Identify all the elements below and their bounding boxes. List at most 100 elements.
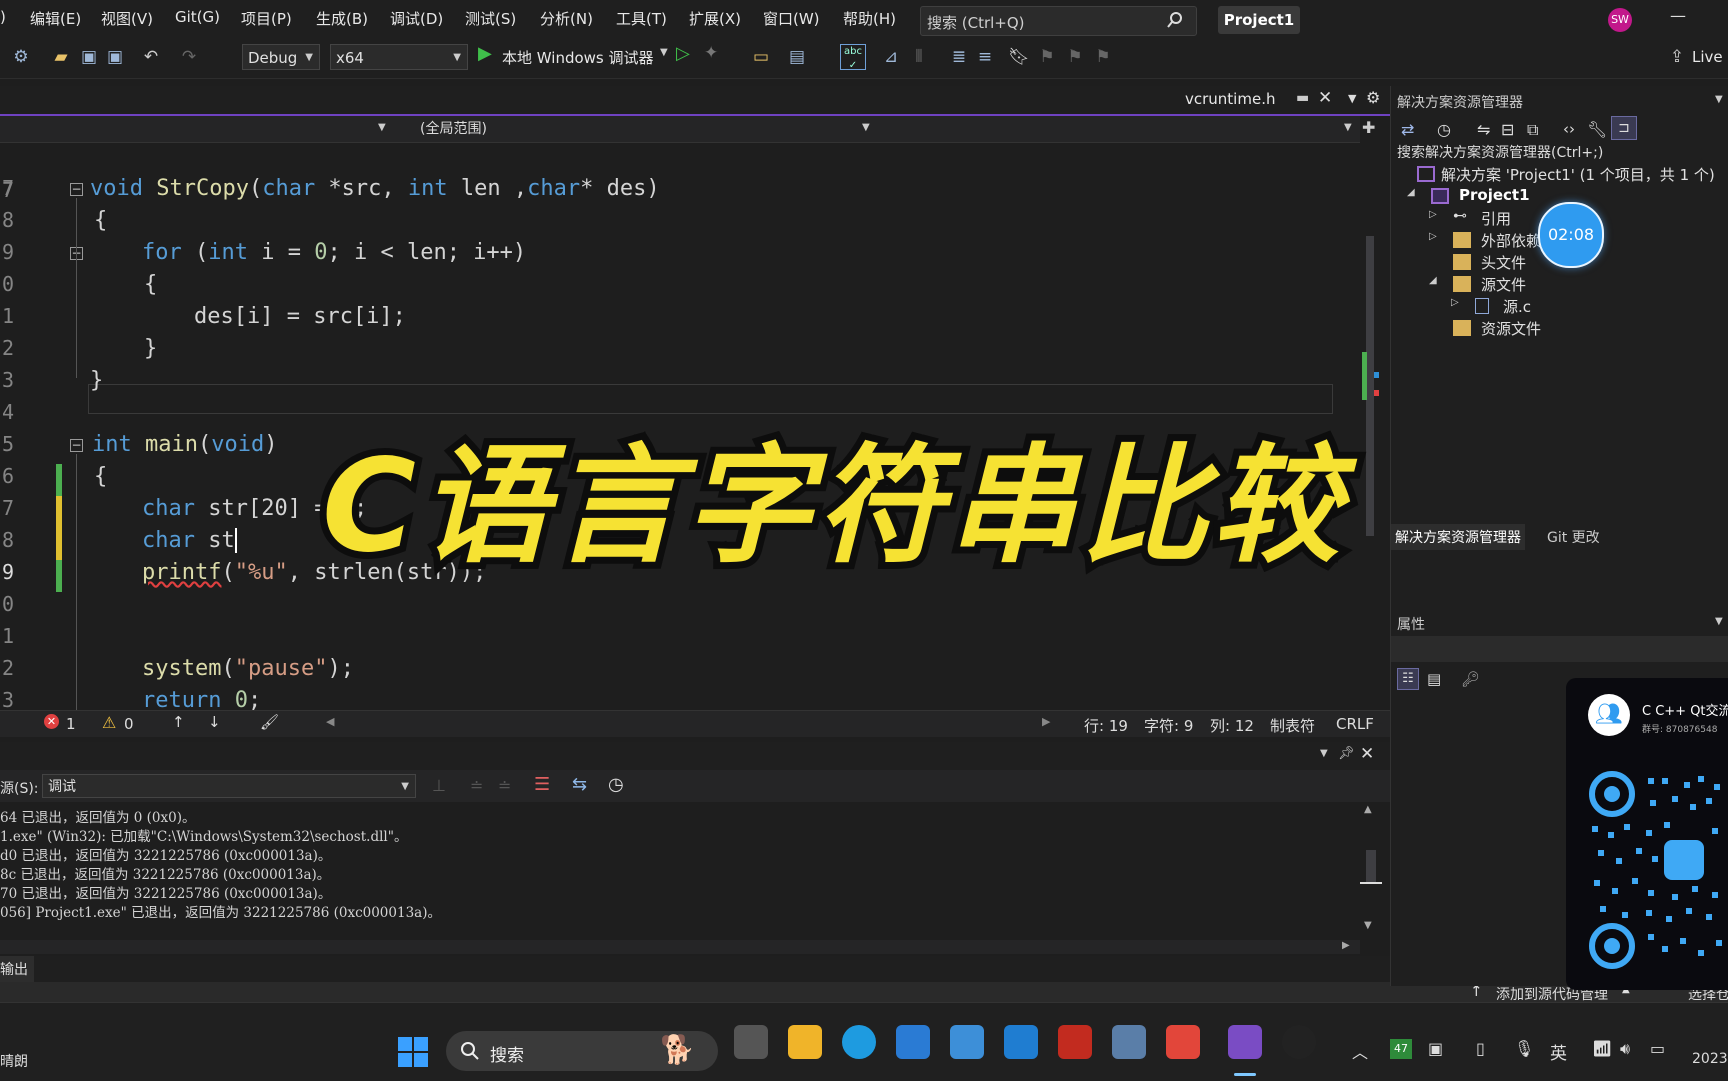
qq-icon[interactable] bbox=[1282, 1025, 1316, 1059]
collapsed-arrow-icon[interactable]: ▷ bbox=[1429, 209, 1437, 220]
taskbar-search[interactable]: 搜索 🐕 bbox=[446, 1031, 718, 1071]
scrollbar-thumb[interactable] bbox=[1366, 850, 1376, 882]
step-icon[interactable]: ⊿ bbox=[880, 46, 902, 68]
arrow-up-icon[interactable]: ↑ bbox=[172, 713, 185, 731]
chevron-down-icon[interactable]: ▼ bbox=[862, 122, 870, 133]
save-icon[interactable]: ▣ bbox=[78, 46, 100, 68]
settings-gear-icon[interactable] bbox=[950, 1025, 984, 1059]
search-input[interactable]: 搜索 (Ctrl+Q) bbox=[920, 6, 1197, 36]
pin-icon[interactable]: ▬ bbox=[1296, 90, 1309, 106]
solution-search-input[interactable]: 搜索解决方案资源管理器(Ctrl+;) bbox=[1397, 140, 1727, 166]
menu-git[interactable]: Git(G) bbox=[175, 8, 220, 26]
format-icon[interactable]: ⫴ bbox=[908, 46, 930, 68]
categorized-icon[interactable]: ☷ bbox=[1397, 668, 1419, 690]
menu-file-fragment[interactable]: ) bbox=[0, 8, 6, 26]
menu-test[interactable]: 测试(S) bbox=[465, 8, 516, 29]
chevron-down-icon[interactable]: ▼ bbox=[1715, 616, 1723, 627]
menu-project[interactable]: 项目(P) bbox=[241, 8, 292, 29]
warning-count[interactable]: 0 bbox=[124, 715, 134, 733]
tray-contact-icon[interactable]: ▣ bbox=[1428, 1039, 1443, 1058]
scroll-right-icon[interactable]: ▶ bbox=[1342, 940, 1350, 951]
collapse-icon[interactable]: − bbox=[70, 439, 83, 452]
close-icon[interactable]: ✕ bbox=[1360, 744, 1374, 764]
platform-dropdown[interactable]: x64 ▼ bbox=[330, 44, 468, 70]
wifi-icon[interactable]: 📶︎ bbox=[1592, 1039, 1612, 1058]
save-all-icon[interactable]: ▣ bbox=[104, 46, 126, 68]
word-wrap-icon[interactable]: ⇆ bbox=[572, 774, 587, 795]
chevron-up-icon[interactable]: ︿ bbox=[1352, 1039, 1368, 1063]
battery-icon[interactable]: ▭ bbox=[1650, 1039, 1665, 1058]
solution-node[interactable]: 解决方案 'Project1' (1 个项目，共 1 个) bbox=[1441, 164, 1715, 185]
run-debugger-button[interactable]: 本地 Windows 调试器 bbox=[502, 47, 654, 68]
new-project-icon[interactable]: ⚙ bbox=[10, 46, 32, 68]
menu-view[interactable]: 视图(V) bbox=[101, 8, 153, 29]
network-app-icon[interactable] bbox=[1112, 1025, 1146, 1059]
menu-tools[interactable]: 工具(T) bbox=[616, 8, 667, 29]
next-bookmark-icon[interactable]: ⚑ bbox=[1064, 46, 1086, 68]
swap-icon[interactable]: ⇋ bbox=[1477, 120, 1490, 139]
file-explorer-icon[interactable] bbox=[788, 1025, 822, 1059]
key-icon[interactable]: 🔑︎ bbox=[1461, 670, 1480, 688]
clear-all-icon[interactable]: ☰ bbox=[534, 774, 550, 795]
brush-icon[interactable]: 🖌︎ bbox=[260, 713, 279, 731]
pin-icon[interactable]: 📌︎ bbox=[1338, 746, 1355, 761]
history-icon[interactable]: ◷ bbox=[1437, 120, 1451, 139]
microphone-icon[interactable]: 🎙︎ bbox=[1514, 1039, 1534, 1058]
open-folder-icon[interactable]: ▰ bbox=[50, 46, 72, 68]
expand-arrow-icon[interactable]: ◢ bbox=[1429, 275, 1437, 286]
clear-bookmarks-icon[interactable]: ⚑ bbox=[1092, 46, 1114, 68]
minimize-button[interactable]: — bbox=[1670, 6, 1686, 25]
indent-icon[interactable]: ≣ bbox=[948, 46, 970, 68]
task-view-icon[interactable] bbox=[734, 1025, 768, 1059]
outdent-icon[interactable]: ≡ bbox=[974, 46, 996, 68]
tree-item-header-files[interactable]: 头文件 bbox=[1481, 252, 1526, 273]
tree-item-references[interactable]: 引用 bbox=[1481, 208, 1511, 229]
tab-output[interactable]: 输出 bbox=[0, 956, 34, 982]
clock-icon[interactable]: ◷ bbox=[608, 774, 624, 795]
taskbar-date[interactable]: 2023- bbox=[1692, 1051, 1728, 1067]
config-dropdown[interactable]: Debug ▼ bbox=[242, 44, 320, 70]
undo-icon[interactable]: ↶ bbox=[140, 46, 162, 68]
collapse-all-icon[interactable]: ⊟ bbox=[1501, 120, 1514, 139]
scope-dropdown[interactable]: (全局范围) bbox=[420, 118, 487, 138]
bookmark-icon[interactable]: 🔖︎ bbox=[1008, 46, 1030, 68]
hot-reload-icon[interactable]: ✦ bbox=[704, 43, 718, 63]
weather-text[interactable]: 晴朗 bbox=[0, 1051, 28, 1071]
split-icon[interactable]: ✚ bbox=[1362, 118, 1375, 137]
output-scrollbar[interactable]: ▲ ▼ bbox=[1360, 804, 1382, 942]
live-share-button[interactable]: Live bbox=[1692, 48, 1723, 66]
menu-window[interactable]: 窗口(W) bbox=[763, 8, 820, 29]
usb-icon[interactable]: ▯ bbox=[1476, 1039, 1485, 1058]
redo-icon[interactable]: ↷ bbox=[178, 46, 200, 68]
menu-help[interactable]: 帮助(H) bbox=[843, 8, 896, 29]
line-ending[interactable]: CRLF bbox=[1336, 715, 1374, 733]
wrench-icon[interactable]: 🔧︎ bbox=[1587, 120, 1607, 139]
start-icon[interactable] bbox=[398, 1037, 428, 1067]
tree-item-source-c[interactable]: 源.c bbox=[1503, 296, 1531, 317]
code-icon[interactable]: ‹› bbox=[1563, 120, 1575, 138]
browse-folder-icon[interactable]: ▭ bbox=[750, 46, 772, 68]
volume-icon[interactable]: 🔊︎ bbox=[1620, 1039, 1630, 1059]
spellcheck-icon[interactable]: abc ✓ bbox=[840, 44, 866, 71]
app-red-icon[interactable] bbox=[1166, 1025, 1200, 1059]
close-icon[interactable]: ✕ bbox=[1318, 88, 1332, 108]
collapsed-arrow-icon[interactable]: ▷ bbox=[1451, 297, 1459, 308]
properties-object-dropdown[interactable] bbox=[1391, 636, 1728, 662]
collapsed-arrow-icon[interactable]: ▷ bbox=[1429, 231, 1437, 242]
next-message-icon[interactable]: ≐ bbox=[498, 776, 511, 795]
menu-analyze[interactable]: 分析(N) bbox=[540, 8, 593, 29]
project-badge[interactable]: Project1 bbox=[1218, 6, 1300, 34]
scroll-up-icon[interactable]: ▲ bbox=[1364, 804, 1372, 815]
prev-bookmark-icon[interactable]: ⚑ bbox=[1036, 46, 1058, 68]
cursor-char[interactable]: 字符: 9 bbox=[1144, 715, 1193, 736]
scroll-down-icon[interactable]: ▼ bbox=[1364, 920, 1372, 931]
chevron-down-icon[interactable]: ▼ bbox=[378, 122, 386, 133]
error-count[interactable]: 1 bbox=[66, 715, 76, 733]
show-all-files-icon[interactable]: ⧉ bbox=[1527, 120, 1538, 140]
ime-indicator[interactable]: 英 bbox=[1550, 1039, 1567, 1064]
sync-icon[interactable]: ⇄ bbox=[1401, 120, 1414, 139]
chevron-down-icon[interactable]: ▼ bbox=[1715, 94, 1723, 105]
output-source-dropdown[interactable]: 调试 ▼ bbox=[42, 774, 416, 798]
chevron-down-icon[interactable]: ▼ bbox=[1320, 748, 1328, 759]
prev-message-icon[interactable]: ≐ bbox=[470, 776, 483, 795]
